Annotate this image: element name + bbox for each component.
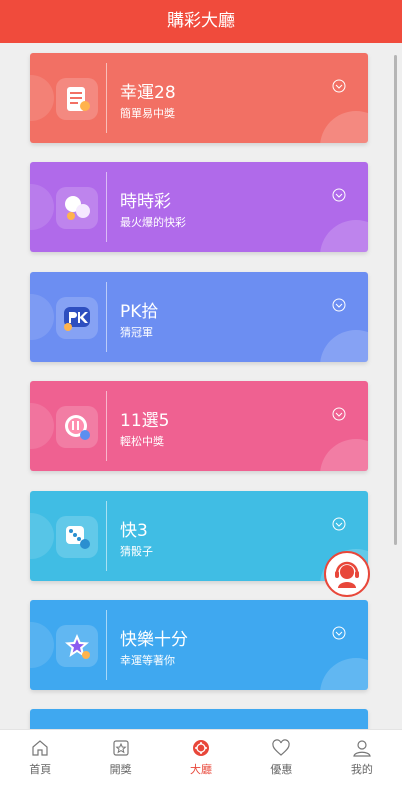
chevron-down-icon[interactable] bbox=[332, 626, 346, 640]
divider bbox=[106, 501, 107, 571]
game-title: 快樂十分 bbox=[120, 630, 188, 650]
tab-label: 優惠 bbox=[270, 763, 293, 776]
divider bbox=[106, 610, 107, 680]
game-card-klsf[interactable]: 快樂十分 幸運等著你 bbox=[30, 600, 368, 690]
game-title: 11選5 bbox=[120, 411, 170, 431]
game-subtitle: 輕松中獎 bbox=[120, 435, 164, 448]
decor-bubble bbox=[30, 513, 54, 559]
dice-icon bbox=[56, 516, 98, 558]
game-subtitle: 猜冠軍 bbox=[120, 326, 153, 339]
tab-mine[interactable]: 我的 bbox=[322, 730, 402, 785]
decor-bubble bbox=[30, 294, 54, 340]
game-card-ssc[interactable]: 時時彩 最火爆的快彩 bbox=[30, 162, 368, 252]
home-icon bbox=[32, 740, 48, 756]
eleven-ball-icon bbox=[56, 406, 98, 448]
game-list[interactable]: 幸運28 簡單易中獎 時時彩 最火爆的快彩 PK拾 猜冠軍 11選5 輕松中獎 … bbox=[0, 43, 402, 729]
game-card-k3[interactable]: 快3 猜骰子 bbox=[30, 491, 368, 581]
decor-bubble bbox=[320, 439, 368, 471]
tab-label: 大廳 bbox=[190, 763, 213, 776]
divider bbox=[106, 172, 107, 242]
divider bbox=[106, 63, 107, 133]
pk-icon bbox=[56, 297, 98, 339]
game-subtitle: 猜骰子 bbox=[120, 545, 153, 558]
chevron-down-icon[interactable] bbox=[332, 79, 346, 93]
tab-label: 開獎 bbox=[109, 763, 132, 776]
chevron-down-icon[interactable] bbox=[332, 298, 346, 312]
decor-bubble bbox=[320, 658, 368, 690]
star-icon bbox=[56, 625, 98, 667]
page-title: 購彩大廳 bbox=[167, 11, 235, 31]
chevron-down-icon[interactable] bbox=[332, 407, 346, 421]
tab-home[interactable]: 首頁 bbox=[0, 730, 80, 785]
game-subtitle: 幸運等著你 bbox=[120, 654, 175, 667]
game-subtitle: 最火爆的快彩 bbox=[120, 216, 186, 229]
tab-draw[interactable]: 開獎 bbox=[80, 730, 160, 785]
game-card-partial[interactable] bbox=[30, 709, 368, 729]
balls-icon bbox=[56, 187, 98, 229]
customer-service-button[interactable] bbox=[324, 551, 370, 597]
decor-bubble bbox=[320, 330, 368, 362]
user-icon bbox=[353, 740, 371, 757]
game-title: 快3 bbox=[120, 521, 148, 541]
divider bbox=[106, 391, 107, 461]
tab-label: 我的 bbox=[350, 763, 373, 776]
headset-icon bbox=[335, 561, 359, 588]
game-card-lucky28[interactable]: 幸運28 簡單易中獎 bbox=[30, 53, 368, 143]
decor-bubble bbox=[30, 184, 54, 230]
scrollbar[interactable] bbox=[394, 55, 397, 545]
game-title: 幸運28 bbox=[120, 83, 176, 103]
page-header: 購彩大廳 bbox=[0, 0, 402, 43]
draw-icon bbox=[113, 740, 129, 756]
decor-bubble bbox=[320, 220, 368, 252]
game-title: PK拾 bbox=[120, 302, 159, 322]
decor-bubble bbox=[30, 622, 54, 668]
decor-bubble bbox=[30, 75, 54, 121]
chevron-down-icon[interactable] bbox=[332, 188, 346, 202]
decor-bubble bbox=[320, 111, 368, 143]
lottery-ticket-icon bbox=[56, 78, 98, 120]
heart-icon bbox=[272, 739, 291, 756]
tab-label: 首頁 bbox=[29, 763, 52, 776]
decor-bubble bbox=[30, 403, 54, 449]
game-card-pk10[interactable]: PK拾 猜冠軍 bbox=[30, 272, 368, 362]
tab-lobby[interactable]: 大廳 bbox=[161, 730, 241, 785]
game-card-11x5[interactable]: 11選5 輕松中獎 bbox=[30, 381, 368, 471]
chevron-down-icon[interactable] bbox=[332, 517, 346, 531]
lobby-icon bbox=[193, 740, 210, 756]
tab-promo[interactable]: 優惠 bbox=[241, 730, 321, 785]
game-title: 時時彩 bbox=[120, 192, 171, 212]
bottom-tab-bar: 首頁 開獎 大廳 優惠 我的 bbox=[0, 729, 402, 785]
game-subtitle: 簡單易中獎 bbox=[120, 107, 175, 120]
divider bbox=[106, 282, 107, 352]
